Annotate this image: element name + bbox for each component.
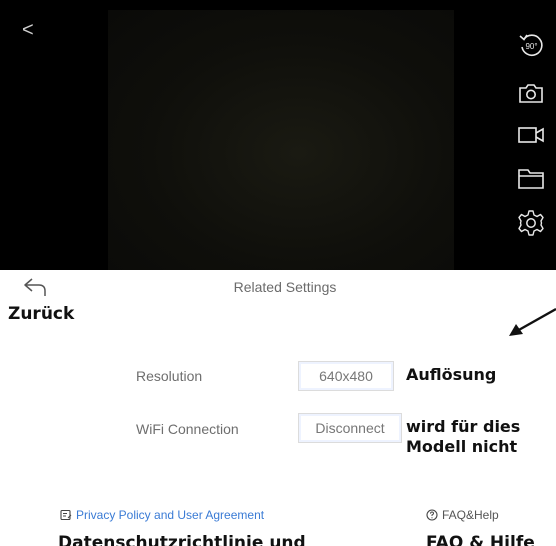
back-annotation: Zurück <box>8 304 75 324</box>
faq-help-label: FAQ&Help <box>442 508 499 522</box>
privacy-annotation: Datenschutzrichtlinie und <box>58 533 306 546</box>
resolution-select[interactable]: 640x480 <box>298 361 394 391</box>
page-title: Related Settings <box>233 279 337 295</box>
rotate-label: 90° <box>525 42 537 51</box>
arrow-annotation-icon <box>505 307 556 337</box>
rotate-90-icon[interactable]: 90° <box>516 30 546 60</box>
camera-view: < 90° <box>0 0 556 270</box>
video-record-icon[interactable] <box>516 120 546 150</box>
help-circle-icon <box>426 509 438 521</box>
faq-help-link[interactable]: FAQ&Help <box>426 508 499 522</box>
document-edit-icon <box>60 509 72 521</box>
camera-feed <box>108 10 454 270</box>
faq-annotation: FAQ & Hilfe <box>426 533 535 546</box>
back-chevron-icon[interactable]: < <box>22 20 34 40</box>
privacy-policy-link[interactable]: Privacy Policy and User Agreement <box>60 508 264 522</box>
resolution-label: Resolution <box>136 368 203 384</box>
resolution-annotation: Auflösung <box>406 365 497 384</box>
wifi-annotation-line2: Modell nicht <box>406 437 518 456</box>
privacy-policy-label: Privacy Policy and User Agreement <box>76 508 265 522</box>
wifi-annotation-line1: wird für dies <box>406 417 521 436</box>
wifi-disconnect-button[interactable]: Disconnect <box>298 413 402 443</box>
wifi-connection-label: WiFi Connection <box>136 421 239 437</box>
back-undo-icon[interactable] <box>22 276 48 298</box>
folder-icon[interactable] <box>516 163 546 193</box>
settings-gear-icon[interactable] <box>516 208 546 238</box>
camera-snapshot-icon[interactable] <box>516 78 546 108</box>
